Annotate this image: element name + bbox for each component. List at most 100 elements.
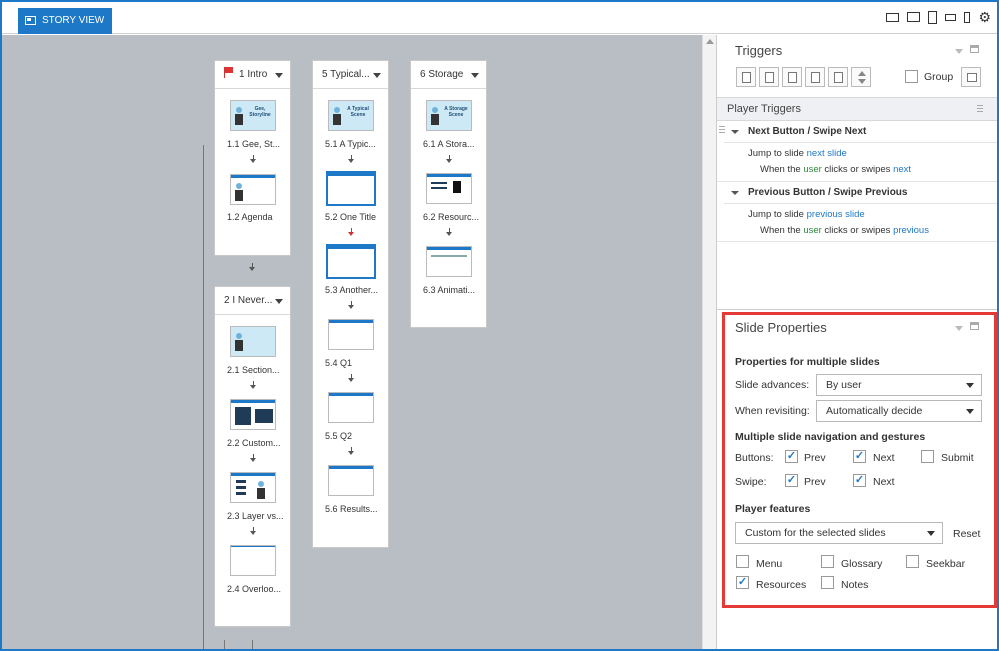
scene-title: 6 Storage xyxy=(420,69,464,80)
scene-1[interactable]: 1 Intro Gee, Storyline 1.1 Gee, St... 1.… xyxy=(214,60,291,256)
reset-button[interactable]: Reset xyxy=(953,528,980,540)
trigger-row[interactable]: Next Button / Swipe Next xyxy=(724,121,997,143)
divider xyxy=(717,241,997,242)
collapse-icon[interactable] xyxy=(955,49,963,54)
arrow-icon xyxy=(446,155,453,163)
prev-label: Prev xyxy=(804,452,826,464)
slide-thumbnail[interactable] xyxy=(328,319,374,350)
chevron-down-icon[interactable] xyxy=(275,299,283,304)
slide-thumbnail[interactable] xyxy=(230,399,276,430)
trigger-action[interactable]: Jump to slide previous slide xyxy=(748,209,865,220)
next-label: Next xyxy=(873,452,895,464)
when-revisiting-select[interactable]: Automatically decide xyxy=(816,400,982,422)
edit-trigger-button[interactable] xyxy=(759,67,779,87)
slide-thumbnail[interactable] xyxy=(328,392,374,423)
slide-thumbnail[interactable] xyxy=(230,174,276,205)
cond-object[interactable]: user xyxy=(803,164,821,175)
advances-label: Slide advances: xyxy=(735,379,810,391)
tablet-portrait-icon[interactable] xyxy=(928,10,938,24)
swipe-next-checkbox[interactable]: ✓ xyxy=(853,474,866,487)
scene-header[interactable]: 2 I Never... xyxy=(215,287,290,315)
slide-band xyxy=(329,466,373,469)
tablet-landscape-icon[interactable] xyxy=(907,12,921,22)
slide-thumbnail-selected[interactable] xyxy=(326,171,376,206)
trash-icon xyxy=(834,72,843,83)
slide-thumbnail-selected[interactable] xyxy=(326,244,376,279)
collapse-section-icon[interactable] xyxy=(977,105,983,112)
notes-checkbox[interactable] xyxy=(821,576,834,589)
submit-checkbox[interactable] xyxy=(921,450,934,463)
slide-label: 6.1 A Stora... xyxy=(423,139,475,149)
character-icon xyxy=(235,107,243,125)
slide-thumbnail[interactable] xyxy=(230,472,276,503)
cond-event[interactable]: next xyxy=(893,164,911,175)
new-trigger-button[interactable] xyxy=(736,67,756,87)
action-target[interactable]: next slide xyxy=(807,148,847,159)
slide-thumbnail[interactable]: Gee, Storyline xyxy=(230,100,276,131)
text-line xyxy=(431,187,447,189)
swipe-prev-checkbox[interactable]: ✓ xyxy=(785,474,798,487)
slide-thumbnail[interactable] xyxy=(426,246,472,277)
float-panel-icon[interactable] xyxy=(970,322,979,330)
trigger-condition[interactable]: When the user clicks or swipes next xyxy=(760,164,911,175)
float-panel-icon[interactable] xyxy=(970,45,979,53)
copy-trigger-button[interactable] xyxy=(782,67,802,87)
branch-line xyxy=(252,640,253,649)
buttons-next-checkbox[interactable]: ✓ xyxy=(853,450,866,463)
chevron-down-icon[interactable] xyxy=(731,191,739,195)
trigger-row[interactable]: Previous Button / Swipe Previous xyxy=(724,182,997,204)
tab-story-view[interactable]: STORY VIEW xyxy=(18,8,112,34)
canvas-scrollbar[interactable] xyxy=(702,35,716,649)
chevron-down-icon[interactable] xyxy=(275,73,283,78)
scene-2[interactable]: 2 I Never... 2.1 Section... 2.2 Custom..… xyxy=(214,286,291,627)
menu-checkbox[interactable] xyxy=(736,555,749,568)
group-checkbox[interactable] xyxy=(905,70,918,83)
paste-trigger-button[interactable] xyxy=(805,67,825,87)
trigger-condition[interactable]: When the user clicks or swipes previous xyxy=(760,225,929,236)
player-triggers-header[interactable]: Player Triggers xyxy=(717,97,997,121)
variables-icon xyxy=(967,73,977,82)
slide-thumbnail[interactable] xyxy=(328,465,374,496)
glossary-checkbox[interactable] xyxy=(821,555,834,568)
gear-icon[interactable]: ⚙ xyxy=(978,10,991,24)
cond-text: When the xyxy=(760,225,804,236)
reorder-trigger-button[interactable] xyxy=(851,67,871,87)
chevron-down-icon[interactable] xyxy=(731,130,739,134)
copy-icon xyxy=(788,72,797,83)
buttons-prev-checkbox[interactable]: ✓ xyxy=(785,450,798,463)
slide-thumbnail[interactable] xyxy=(426,173,472,204)
slide-thumbnail[interactable]: A Typical Scene xyxy=(328,100,374,131)
cond-object[interactable]: user xyxy=(803,225,821,236)
cond-event[interactable]: previous xyxy=(893,225,929,236)
chevron-down-icon[interactable] xyxy=(373,73,381,78)
phone-landscape-icon[interactable] xyxy=(945,13,957,21)
character-icon xyxy=(235,183,243,201)
variables-button[interactable] xyxy=(961,67,981,87)
chevron-down-icon[interactable] xyxy=(471,73,479,78)
select-value: Automatically decide xyxy=(826,405,923,417)
player-features-select[interactable]: Custom for the selected slides xyxy=(735,522,943,544)
scene-5[interactable]: 5 Typical... A Typical Scene 5.1 A Typic… xyxy=(312,60,389,548)
slide-thumbnail[interactable]: A Storage Scene xyxy=(426,100,472,131)
slide-thumbnail[interactable] xyxy=(230,545,276,576)
chevron-down-icon xyxy=(966,383,974,388)
slide-thumbnail[interactable] xyxy=(230,326,276,357)
resources-checkbox[interactable]: ✓ xyxy=(736,576,749,589)
image-block xyxy=(235,407,251,425)
slide-band xyxy=(231,175,275,178)
scene-header[interactable]: 5 Typical... xyxy=(313,61,388,89)
scene-6[interactable]: 6 Storage A Storage Scene 6.1 A Stora...… xyxy=(410,60,487,328)
phone-portrait-icon[interactable] xyxy=(964,11,971,23)
scene-header[interactable]: 6 Storage xyxy=(411,61,486,89)
collapse-icon[interactable] xyxy=(955,326,963,331)
arrow-icon xyxy=(348,374,355,382)
trigger-action[interactable]: Jump to slide next slide xyxy=(748,148,847,159)
scroll-up-arrow-icon[interactable] xyxy=(706,39,714,44)
story-canvas[interactable]: 1 Intro Gee, Storyline 1.1 Gee, St... 1.… xyxy=(2,35,702,649)
delete-trigger-button[interactable] xyxy=(828,67,848,87)
slide-advances-select[interactable]: By user xyxy=(816,374,982,396)
seekbar-checkbox[interactable] xyxy=(906,555,919,568)
desktop-icon[interactable] xyxy=(886,12,900,22)
scene-header[interactable]: 1 Intro xyxy=(215,61,290,89)
action-target[interactable]: previous slide xyxy=(807,209,865,220)
